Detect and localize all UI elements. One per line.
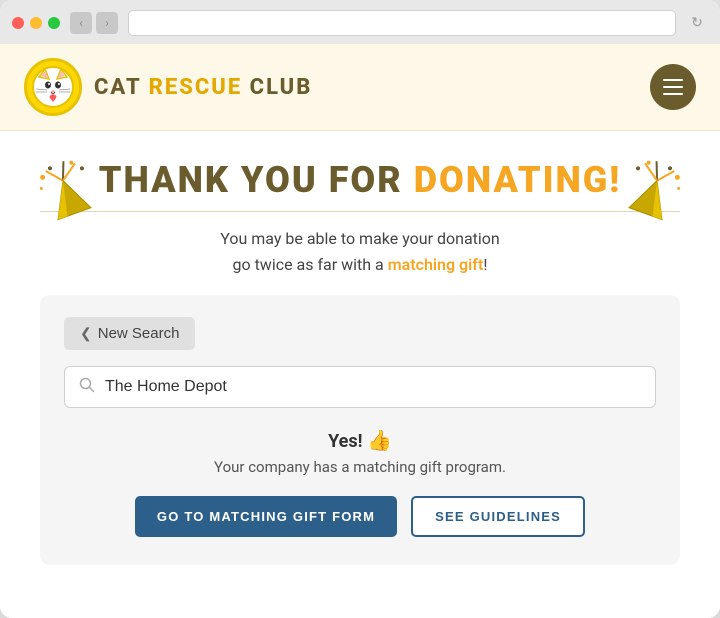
- title-club: CLUB: [250, 75, 313, 100]
- nav-arrows: ‹ ›: [70, 12, 118, 34]
- company-search-input[interactable]: [105, 378, 641, 396]
- thank-you-section: THANK YOU FOR DONATING! You may be able …: [40, 159, 680, 277]
- maximize-button[interactable]: [48, 17, 60, 29]
- forward-button[interactable]: ›: [96, 12, 118, 34]
- reload-button[interactable]: ↻: [686, 12, 708, 34]
- confetti-right-icon: [620, 159, 680, 238]
- thank-you-text: THANK YOU FOR: [99, 159, 403, 201]
- result-description: Your company has a matching gift program…: [64, 458, 656, 476]
- subtitle-text: You may be able to make your donation go…: [40, 226, 680, 277]
- address-bar[interactable]: [128, 10, 676, 36]
- traffic-lights: [12, 17, 60, 29]
- site-title: CAT RESCUE CLUB: [94, 75, 312, 100]
- hamburger-menu-button[interactable]: [650, 64, 696, 110]
- search-card: ❮ New Search Yes! 👍 Your company has a: [40, 295, 680, 565]
- thumbs-up-icon: 👍: [367, 428, 392, 452]
- logo-circle: [24, 58, 82, 116]
- see-guidelines-button[interactable]: SEE GUIDELINES: [411, 496, 585, 537]
- back-button[interactable]: ‹: [70, 12, 92, 34]
- logo-area: CAT RESCUE CLUB: [24, 58, 312, 116]
- hamburger-line-1: [663, 79, 683, 81]
- subtitle-line2: go twice as far with a: [232, 255, 383, 274]
- browser-chrome: ‹ › ↻: [0, 0, 720, 44]
- subtitle-line1: You may be able to make your donation: [220, 229, 500, 248]
- new-search-label: New Search: [98, 325, 180, 342]
- divider-line: [40, 211, 680, 212]
- subtitle-end: !: [483, 255, 487, 274]
- result-section: Yes! 👍 Your company has a matching gift …: [64, 428, 656, 537]
- button-row: GO TO MATCHING GIFT FORM SEE GUIDELINES: [64, 496, 656, 537]
- donating-text: DONATING!: [414, 159, 622, 201]
- search-input-wrap: [64, 366, 656, 408]
- hamburger-line-2: [663, 86, 683, 88]
- close-button[interactable]: [12, 17, 24, 29]
- main-content: THANK YOU FOR DONATING! You may be able …: [0, 131, 720, 618]
- minimize-button[interactable]: [30, 17, 42, 29]
- title-cat: CAT: [94, 75, 141, 100]
- hamburger-line-3: [663, 93, 683, 95]
- confetti-left-icon: [40, 159, 100, 238]
- go-to-matching-gift-form-button[interactable]: GO TO MATCHING GIFT FORM: [135, 496, 397, 537]
- cat-logo-icon: [31, 65, 75, 109]
- title-rescue: RESCUE: [149, 75, 243, 100]
- site-header: CAT RESCUE CLUB: [0, 44, 720, 131]
- chevron-left-icon: ❮: [80, 325, 92, 342]
- thank-you-title: THANK YOU FOR DONATING!: [40, 159, 680, 201]
- yes-text: Yes!: [328, 431, 362, 452]
- matching-gift-link[interactable]: matching gift: [388, 255, 484, 274]
- search-icon: [79, 377, 95, 397]
- browser-window: ‹ › ↻: [0, 0, 720, 618]
- result-yes-line: Yes! 👍: [64, 428, 656, 452]
- new-search-button[interactable]: ❮ New Search: [64, 317, 195, 350]
